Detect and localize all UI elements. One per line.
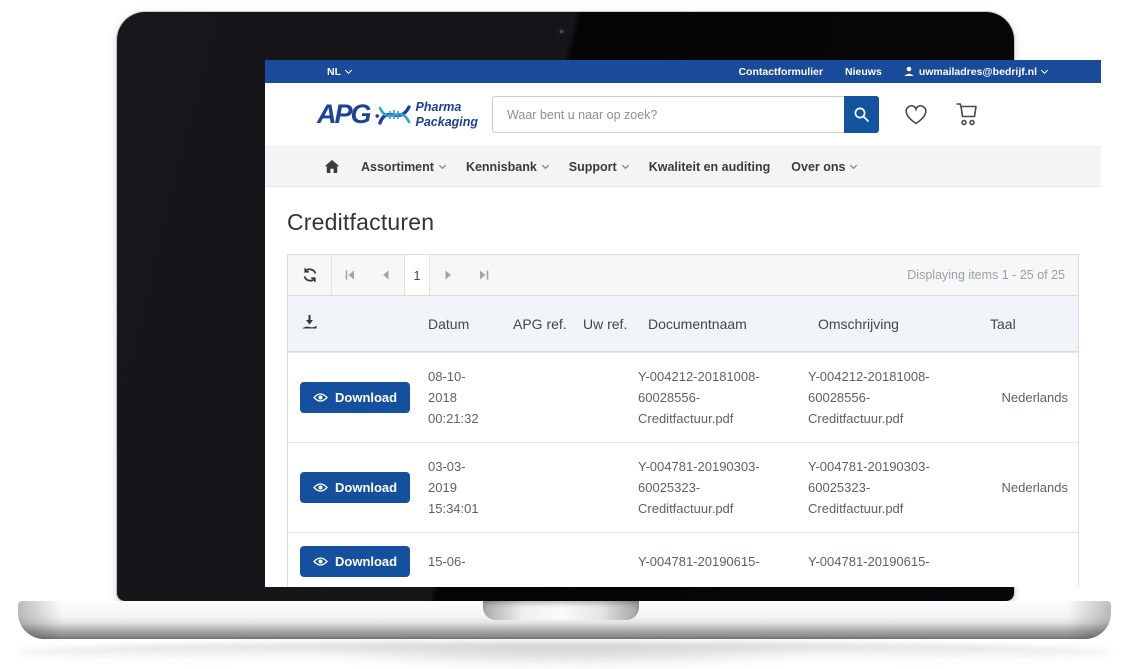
topbar-link-label: Contactformulier (738, 66, 823, 78)
nav-item-label: Kwaliteit en auditing (649, 160, 771, 174)
chevron-down-icon (345, 66, 352, 73)
eye-icon (313, 482, 328, 493)
logo-brand-text: APG (317, 99, 370, 130)
nav-item-kennisbank[interactable]: Kennisbank (466, 160, 548, 174)
topbar-link-contactformulier[interactable]: Contactformulier (738, 66, 823, 78)
chevron-down-icon (439, 161, 446, 168)
laptop-screen: NL Contactformulier Nieuws uwmailadres@b… (265, 60, 1101, 587)
logo[interactable]: APG Pharma Packaging (317, 99, 478, 130)
download-button[interactable]: Download (300, 382, 410, 413)
nav-item-kwaliteit-en-auditing[interactable]: Kwaliteit en auditing (649, 160, 771, 174)
chevron-down-icon (850, 161, 857, 168)
nav-item-label: Assortiment (361, 160, 434, 174)
dna-helix-icon (375, 102, 411, 128)
download-button-label: Download (335, 390, 397, 405)
cell-datum: 03-03- 2019 15:34:01 (418, 456, 503, 519)
cart-icon (953, 103, 979, 127)
main-content: Creditfacturen (265, 187, 1101, 587)
pager-next-button[interactable] (430, 255, 466, 295)
chevron-down-icon (1041, 66, 1048, 73)
column-header-apg-ref: APG ref. (503, 316, 573, 332)
nav-item-over-ons[interactable]: Over ons (791, 160, 856, 174)
nav-item-assortiment[interactable]: Assortiment (361, 160, 445, 174)
pager-prev-button[interactable] (368, 255, 404, 295)
laptop-lid: NL Contactformulier Nieuws uwmailadres@b… (117, 12, 1014, 601)
account-menu[interactable]: uwmailadres@bedrijf.nl (904, 66, 1047, 78)
column-header-documentnaam: Documentnaam (638, 316, 808, 332)
pager-first-button[interactable] (332, 255, 368, 295)
prev-page-icon (380, 269, 392, 281)
nav-item-label: Support (569, 160, 617, 174)
refresh-icon (302, 267, 318, 283)
nav-item-label: Over ons (791, 160, 845, 174)
download-column-header (288, 314, 418, 333)
download-button[interactable]: Download (300, 546, 410, 577)
refresh-button[interactable] (288, 255, 332, 295)
chevron-down-icon (542, 161, 549, 168)
eye-icon (313, 392, 328, 403)
last-page-icon (478, 269, 490, 281)
topbar-link-nieuws[interactable]: Nieuws (845, 66, 882, 78)
column-header-datum: Datum (418, 316, 503, 332)
site-header: APG Pharma Packaging (265, 83, 1101, 146)
lid-reflection (300, 648, 830, 668)
nav-item-label: Kennisbank (466, 160, 537, 174)
cell-taal: Nederlands (978, 480, 1078, 495)
search-bar (492, 96, 879, 133)
topbar: NL Contactformulier Nieuws uwmailadres@b… (265, 60, 1101, 83)
cell-taal: Nederlands (978, 390, 1078, 405)
topbar-link-label: Nieuws (845, 66, 882, 78)
search-icon (853, 106, 870, 123)
cell-datum: 15-06- (418, 551, 503, 572)
paging-status: Displaying items 1 - 25 of 25 (907, 268, 1078, 282)
account-email: uwmailadres@bedrijf.nl (919, 66, 1037, 78)
table-row: Download 15-06- Y-004781-20190615- Y-004… (288, 532, 1078, 587)
wishlist-button[interactable] (903, 103, 929, 126)
download-button[interactable]: Download (300, 472, 410, 503)
nav-item-support[interactable]: Support (569, 160, 628, 174)
table-row: Download 03-03- 2019 15:34:01 Y-004781-2… (288, 442, 1078, 532)
page-title: Creditfacturen (287, 209, 1079, 236)
column-header-taal: Taal (978, 316, 1078, 332)
search-input[interactable] (492, 96, 844, 133)
download-button-label: Download (335, 554, 397, 569)
table-row: Download 08-10- 2018 00:21:32 Y-004212-2… (288, 352, 1078, 442)
column-header-omschrijving: Omschrijving (808, 316, 978, 332)
cart-button[interactable] (953, 103, 979, 127)
column-header-uw-ref: Uw ref. (573, 316, 638, 332)
eye-icon (313, 556, 328, 567)
main-nav: Assortiment Kennisbank Support Kwaliteit… (265, 146, 1101, 187)
home-icon (324, 159, 340, 174)
laptop-lid-notch (483, 601, 639, 620)
logo-tagline: Pharma Packaging (416, 100, 479, 129)
nav-home[interactable] (324, 159, 340, 174)
language-selector[interactable]: NL (327, 66, 351, 78)
documents-grid: 1 Displaying (287, 254, 1079, 587)
logo-tagline-line2: Packaging (416, 115, 479, 129)
grid-toolbar: 1 Displaying (288, 255, 1078, 296)
cell-omschrijving: Y-004781-20190615- (808, 551, 978, 572)
webcam-icon (557, 27, 566, 36)
laptop-mockup: NL Contactformulier Nieuws uwmailadres@b… (0, 0, 1122, 669)
cell-omschrijving: Y-004212-20181008- 60028556- Creditfactu… (808, 366, 978, 429)
cell-documentnaam: Y-004781-20190303- 60025323- Creditfactu… (638, 456, 808, 519)
pager-current-page[interactable]: 1 (404, 255, 430, 295)
first-page-icon (344, 269, 356, 281)
chevron-down-icon (622, 161, 629, 168)
language-label: NL (327, 66, 341, 78)
search-button[interactable] (844, 96, 879, 133)
cell-omschrijving: Y-004781-20190303- 60025323- Creditfactu… (808, 456, 978, 519)
grid-header-row: Datum APG ref. Uw ref. Documentnaam Omsc… (288, 296, 1078, 352)
next-page-icon (442, 269, 454, 281)
download-button-label: Download (335, 480, 397, 495)
cell-documentnaam: Y-004212-20181008- 60028556- Creditfactu… (638, 366, 808, 429)
cell-datum: 08-10- 2018 00:21:32 (418, 366, 503, 429)
user-icon (904, 66, 914, 77)
pager-last-button[interactable] (466, 255, 502, 295)
heart-icon (903, 103, 929, 126)
cell-documentnaam: Y-004781-20190615- (638, 551, 808, 572)
logo-tagline-line1: Pharma (416, 100, 462, 114)
download-icon (301, 314, 318, 330)
